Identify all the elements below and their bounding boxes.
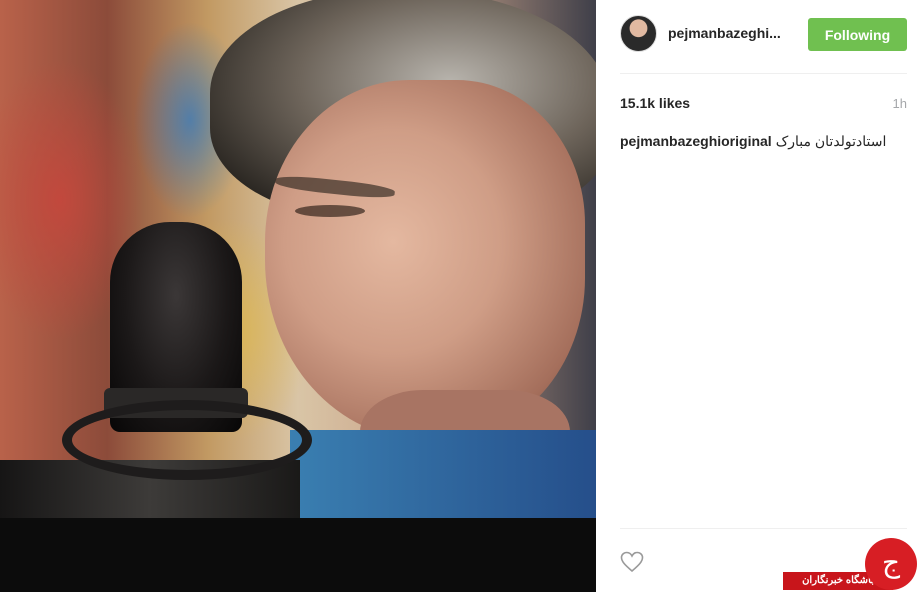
photo-face [265,80,585,440]
divider [620,73,907,74]
watermark-glyph: ج [881,546,901,579]
post-time[interactable]: 1h [893,96,907,111]
username-link[interactable]: pejmanbazeghi... [668,25,781,41]
post-photo[interactable] [0,0,596,592]
caption-username[interactable]: pejmanbazeghioriginal [620,133,772,149]
watermark-logo: باشگاه خبرنگاران ج [783,538,919,592]
post-sidebar: pejmanbazeghi... Following 15.1k likes 1… [596,0,919,592]
caption: pejmanbazeghioriginal استادتولدتان مبارک [620,133,886,150]
photo-shirt [290,430,596,520]
avatar[interactable] [620,15,657,52]
photo-letterbox [0,518,596,592]
photo-eye [295,205,365,217]
heart-icon[interactable] [620,551,644,573]
post-header: pejmanbazeghi... Following [596,0,919,73]
microphone-ring [62,400,312,480]
following-button[interactable]: Following [808,18,907,51]
watermark-circle-icon: ج [865,538,917,590]
divider [620,528,907,529]
likes-count[interactable]: 15.1k likes [620,95,690,111]
caption-text: استادتولدتان مبارک [775,133,887,149]
